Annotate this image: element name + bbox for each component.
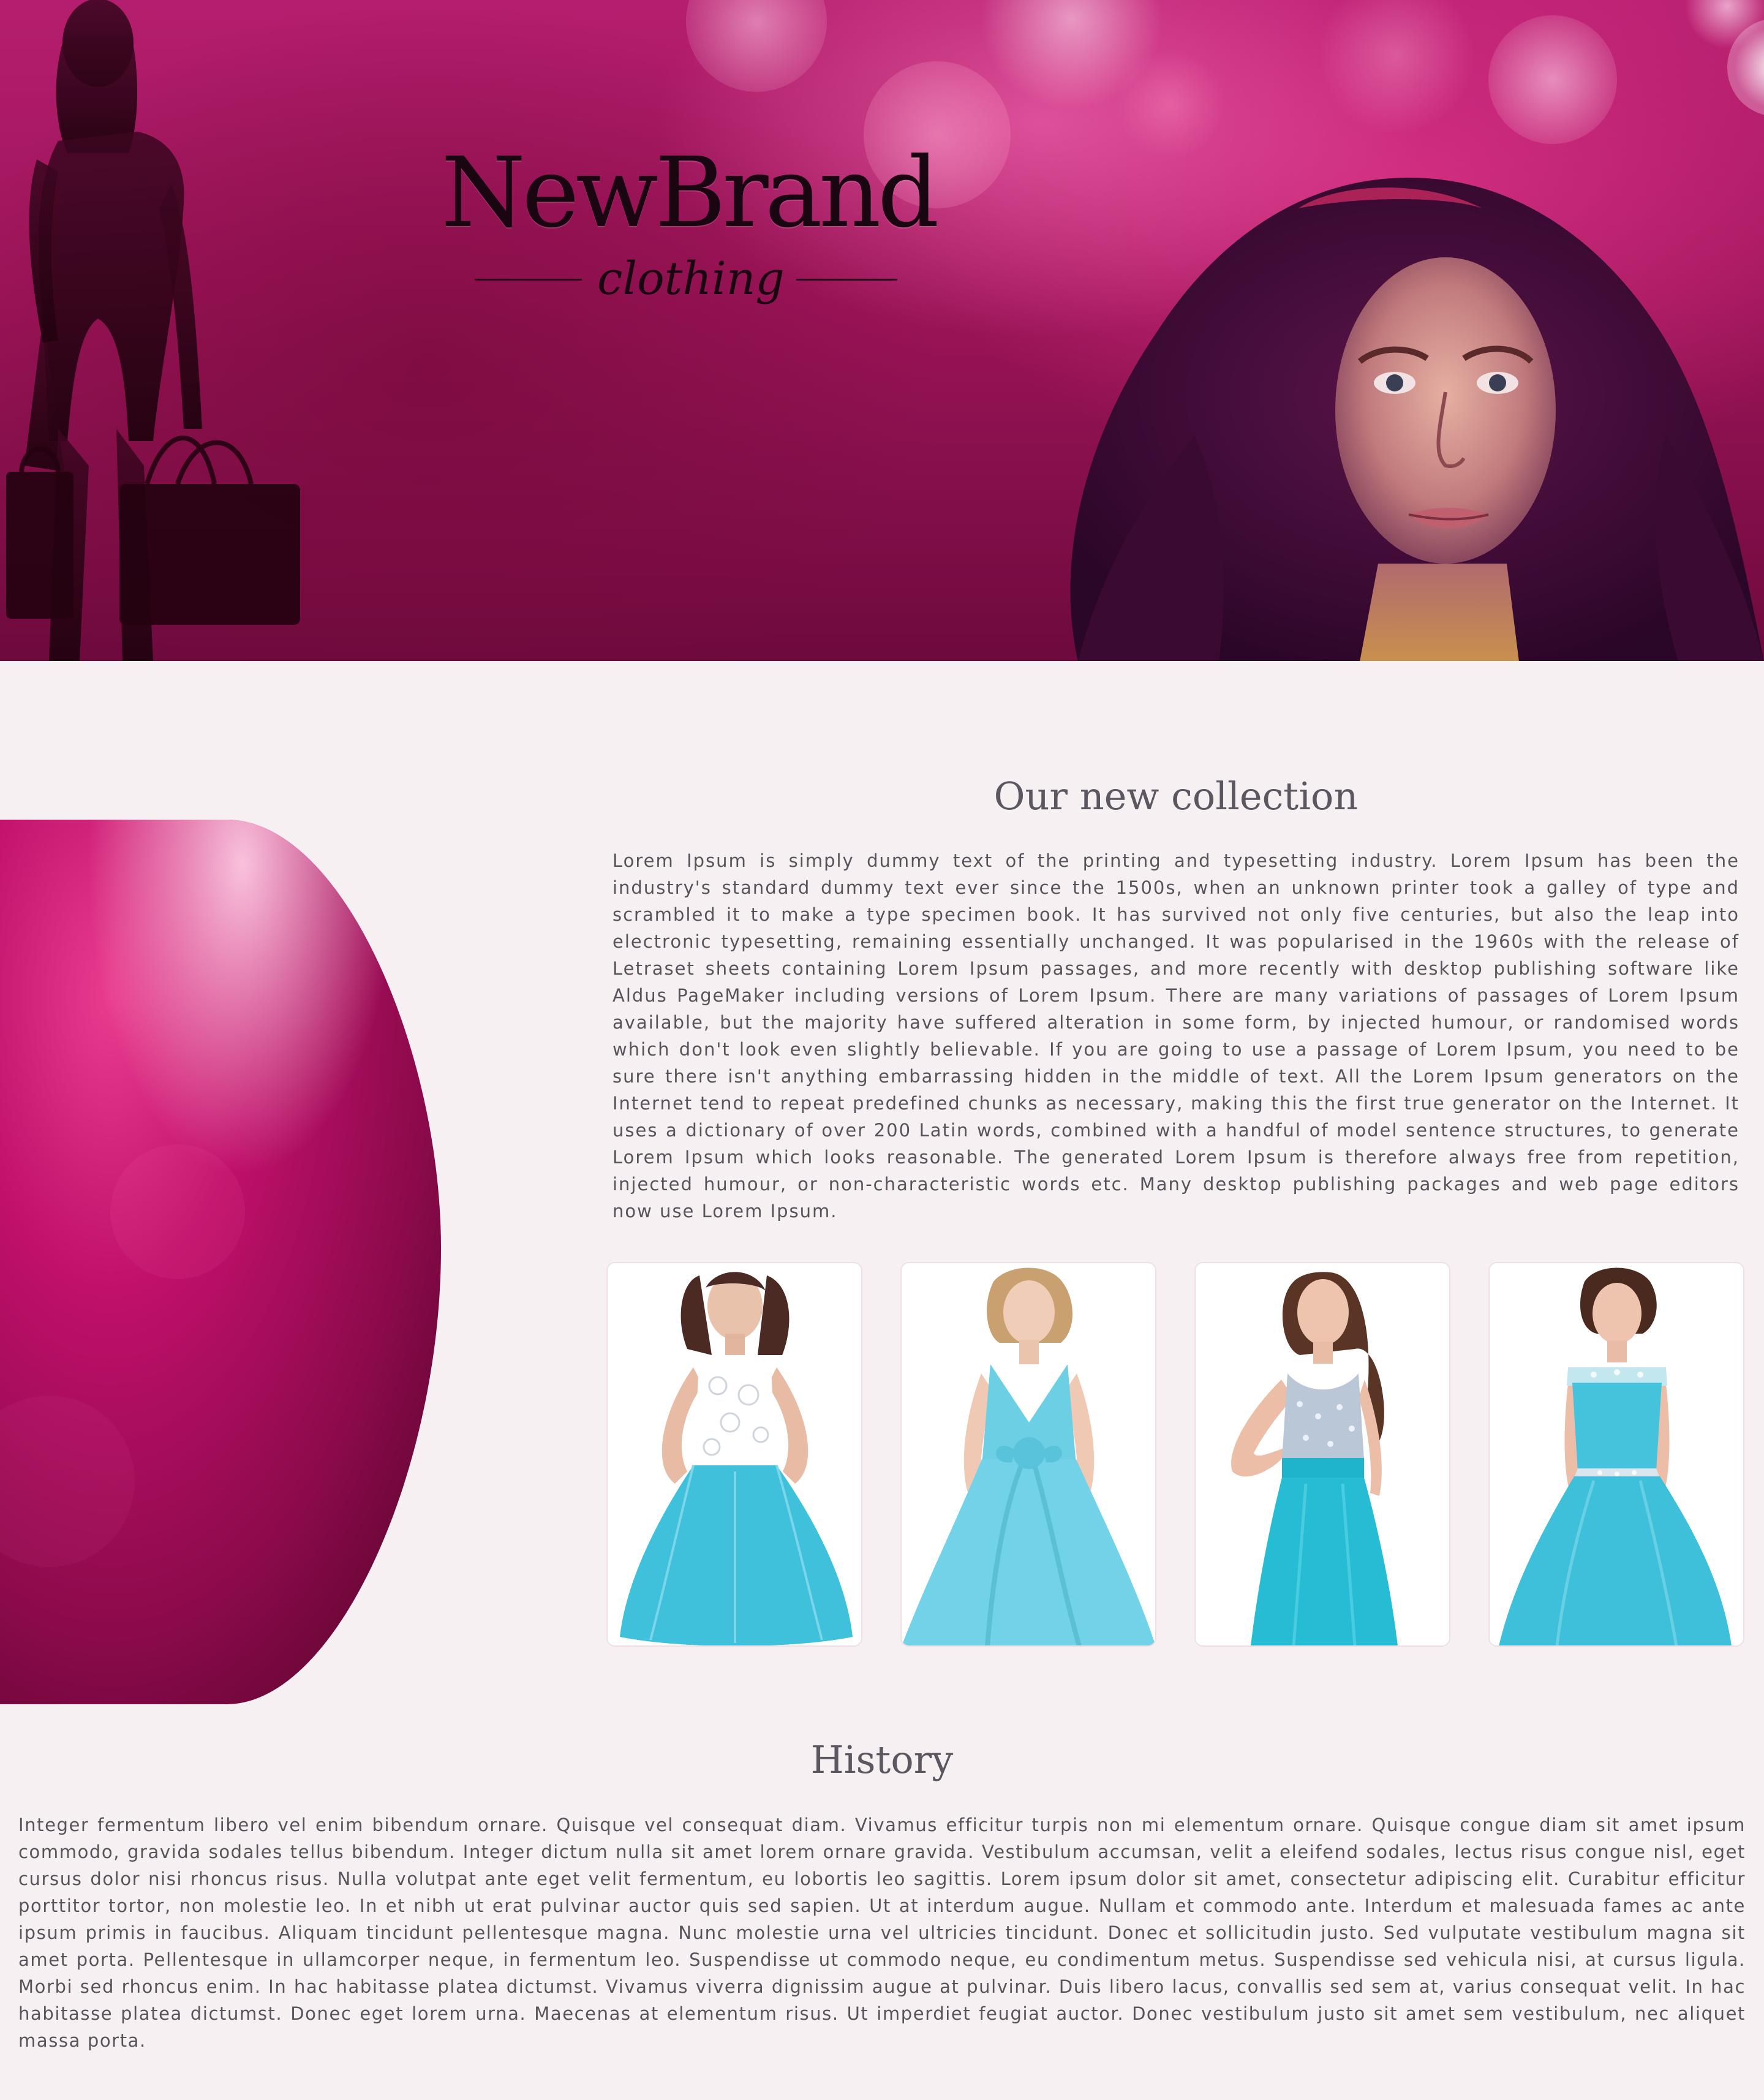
history-title: History bbox=[810, 1737, 954, 1782]
bokeh-light bbox=[1317, 0, 1476, 135]
product-card[interactable] bbox=[1488, 1262, 1744, 1647]
history-description: Integer fermentum libero vel enim bibend… bbox=[18, 1815, 1746, 2051]
dress-lace-tutu-image bbox=[620, 1272, 853, 1645]
dress-sequin-bodice-image bbox=[1231, 1272, 1398, 1645]
brand-name: NewBrand bbox=[441, 137, 940, 249]
product-card[interactable] bbox=[606, 1262, 862, 1647]
bokeh-light bbox=[1488, 15, 1617, 144]
decorative-side-shape bbox=[0, 820, 441, 1704]
dress-vneck-bow-image bbox=[902, 1267, 1155, 1645]
shopper-silhouette-image bbox=[6, 0, 300, 661]
divider bbox=[475, 279, 582, 281]
product-gallery bbox=[606, 1262, 1746, 1648]
brand-logo[interactable]: NewBrand clothing bbox=[441, 137, 940, 315]
collection-description: Lorem Ipsum is simply dummy text of the … bbox=[612, 850, 1740, 1222]
divider bbox=[796, 279, 897, 281]
product-card[interactable] bbox=[900, 1262, 1156, 1647]
brand-tagline: clothing bbox=[597, 252, 785, 305]
bokeh-light bbox=[686, 0, 827, 92]
product-card[interactable] bbox=[1194, 1262, 1450, 1647]
collection-title: Our new collection bbox=[993, 774, 1359, 818]
model-portrait-image bbox=[1070, 178, 1764, 661]
brand-tagline-row: clothing bbox=[475, 248, 897, 309]
dress-capsleeve-image bbox=[1499, 1267, 1732, 1645]
bokeh-light bbox=[1115, 49, 1225, 159]
hero-banner: NewBrand clothing bbox=[0, 0, 1764, 661]
